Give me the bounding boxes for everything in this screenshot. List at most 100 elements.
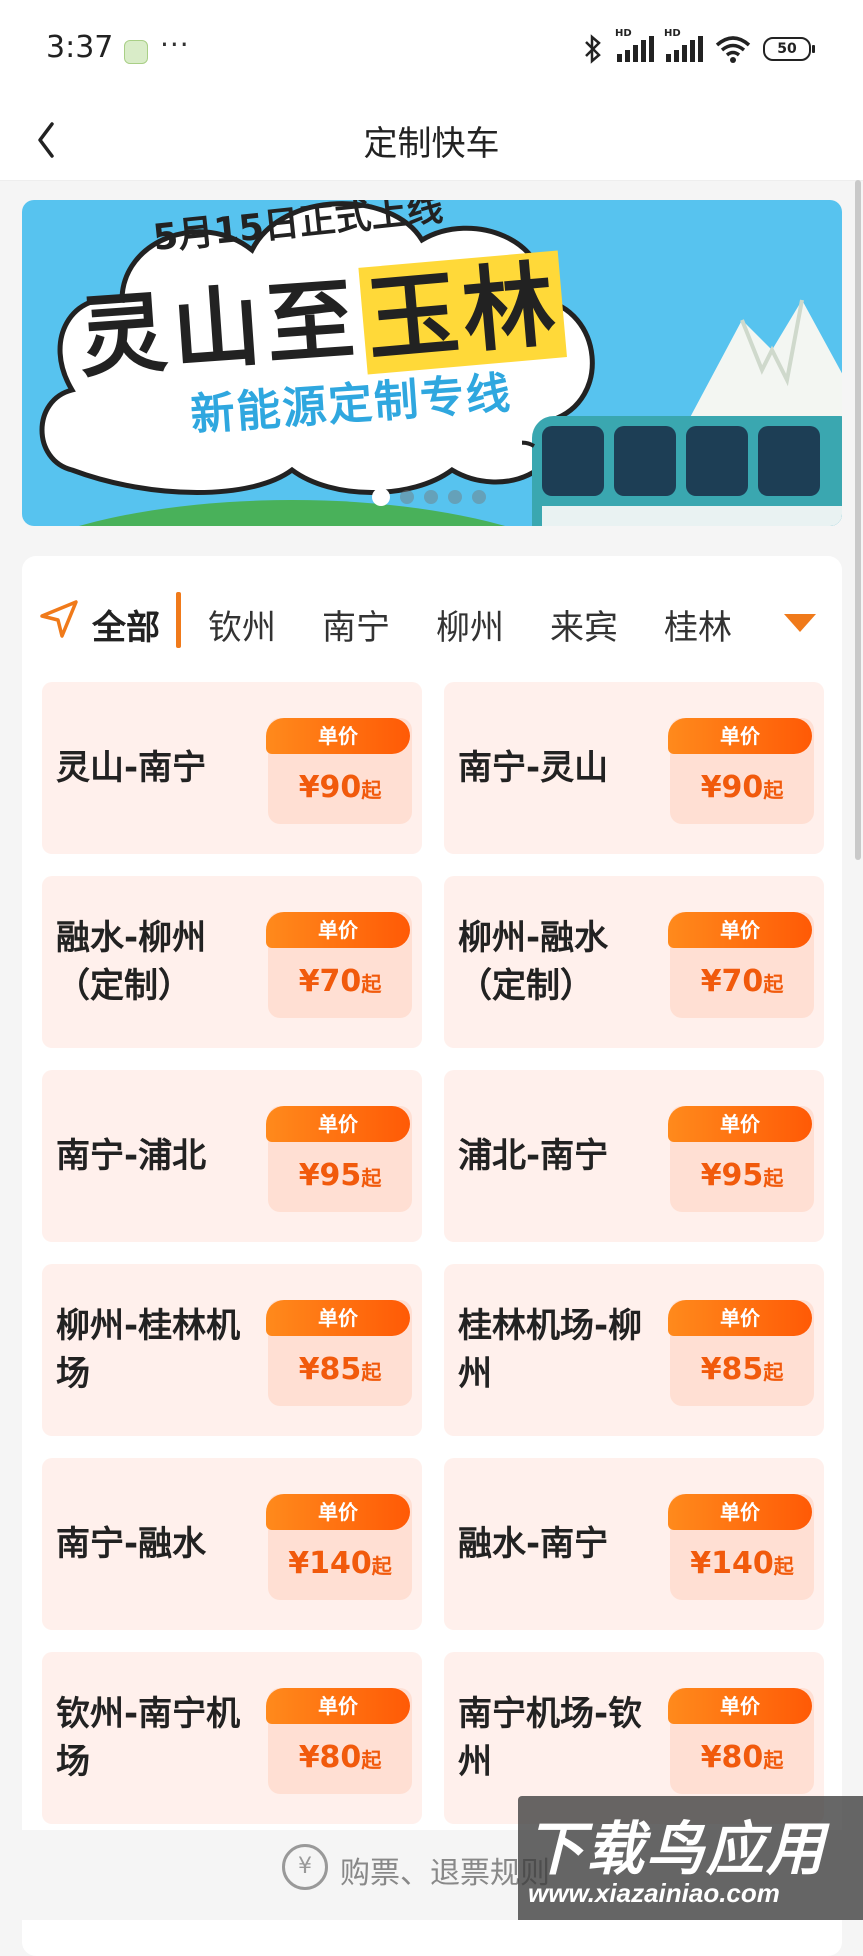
price-suffix: 起 [773, 1554, 794, 1578]
price-box: 单价 ¥80起 [266, 1688, 412, 1794]
banner-title-highlight: 玉林 [358, 250, 567, 375]
route-item[interactable]: 桂林机场-柳州 单价 ¥85起 [444, 1264, 824, 1436]
watermark-logo: 下载鸟应用 www.xiazainiao.com [518, 1796, 863, 1920]
price-tag: 单价 [668, 1494, 812, 1530]
tab-liuzhou[interactable]: 柳州 [436, 600, 504, 649]
pagination-dot [424, 490, 438, 504]
tab-nanning[interactable]: 南宁 [322, 600, 390, 649]
price-tag: 单价 [668, 1688, 812, 1724]
route-name: 南宁机场-钦州 [458, 1694, 643, 1782]
tab-separator [176, 592, 181, 648]
price-amount: ¥95 [298, 1158, 362, 1193]
watermark-title: 下载鸟应用 [526, 1815, 827, 1883]
price-value: ¥140起 [670, 1546, 814, 1581]
banner-pagination [372, 488, 486, 506]
route-name: 钦州-南宁机场 [56, 1694, 241, 1782]
price-value: ¥85起 [670, 1352, 814, 1387]
route-item[interactable]: 南宁-浦北 单价 ¥95起 [42, 1070, 422, 1242]
pagination-dot [448, 490, 462, 504]
route-name: 灵山-南宁 [56, 748, 207, 788]
hd-label: HD [615, 28, 632, 39]
price-box: 单价 ¥85起 [668, 1300, 814, 1406]
routes-card: 全部 钦州 南宁 柳州 来宾 桂林 灵山-南宁 单价 ¥90起 南宁-灵山 单价 ¥90起… [22, 556, 842, 1956]
price-value: ¥90起 [268, 770, 412, 805]
page-title: 定制快车 [363, 124, 500, 164]
route-name: 柳州-桂林机场 [56, 1306, 241, 1394]
route-item[interactable]: 浦北-南宁 单价 ¥95起 [444, 1070, 824, 1242]
price-suffix: 起 [763, 1748, 784, 1772]
price-value: ¥80起 [670, 1740, 814, 1775]
price-amount: ¥140 [288, 1546, 372, 1581]
price-box: 单价 ¥85起 [266, 1300, 412, 1406]
price-tag: 单价 [668, 912, 812, 948]
route-item[interactable]: 柳州-融水（定制） 单价 ¥70起 [444, 876, 824, 1048]
price-tag: 单价 [668, 1106, 812, 1142]
route-item[interactable]: 融水-柳州（定制） 单价 ¥70起 [42, 876, 422, 1048]
price-tag: 单价 [266, 912, 410, 948]
price-box: 单价 ¥140起 [668, 1494, 814, 1600]
route-item[interactable]: 南宁-融水 单价 ¥140起 [42, 1458, 422, 1630]
tab-guilin[interactable]: 桂林 [664, 600, 732, 649]
battery-icon: 50 [763, 37, 815, 61]
bluetooth-icon [585, 34, 601, 64]
status-icons: HD HD 50 [581, 28, 815, 64]
route-item[interactable]: 钦州-南宁机场 单价 ¥80起 [42, 1652, 422, 1824]
route-name: 柳州-融水（定制） [458, 918, 609, 1006]
route-item[interactable]: 柳州-桂林机场 单价 ¥85起 [42, 1264, 422, 1436]
route-item[interactable]: 南宁-灵山 单价 ¥90起 [444, 682, 824, 854]
route-name: 浦北-南宁 [458, 1136, 609, 1176]
watermark-url: www.xiazainiao.com [528, 1878, 780, 1908]
route-item[interactable]: 融水-南宁 单价 ¥140起 [444, 1458, 824, 1630]
signal-1-icon: HD [615, 28, 654, 62]
price-amount: ¥140 [690, 1546, 774, 1581]
price-value: ¥70起 [268, 964, 412, 999]
price-amount: ¥80 [700, 1740, 764, 1775]
price-tag: 单价 [266, 1106, 410, 1142]
route-name: 融水-柳州（定制） [56, 918, 207, 1006]
battery-level: 50 [777, 41, 797, 57]
price-box: 单价 ¥95起 [266, 1106, 412, 1212]
price-amount: ¥90 [700, 770, 764, 805]
price-suffix: 起 [763, 1360, 784, 1384]
app-notification-icon [124, 40, 148, 64]
price-tag: 单价 [266, 1300, 410, 1336]
tab-qinzhou[interactable]: 钦州 [208, 600, 276, 649]
scrollbar[interactable] [855, 180, 861, 860]
price-tag: 单价 [266, 1688, 410, 1724]
price-suffix: 起 [361, 1748, 382, 1772]
price-box: 单价 ¥95起 [668, 1106, 814, 1212]
price-value: ¥95起 [268, 1158, 412, 1193]
price-tag: 单价 [668, 718, 812, 754]
price-value: ¥85起 [268, 1352, 412, 1387]
price-suffix: 起 [361, 1166, 382, 1190]
location-arrow-icon [40, 600, 78, 638]
price-amount: ¥85 [298, 1352, 362, 1387]
route-item[interactable]: 灵山-南宁 单价 ¥90起 [42, 682, 422, 854]
tab-all[interactable]: 全部 [92, 600, 160, 649]
price-value: ¥90起 [670, 770, 814, 805]
price-suffix: 起 [361, 972, 382, 996]
pagination-dot [400, 490, 414, 504]
hd-label: HD [664, 28, 681, 39]
price-box: 单价 ¥70起 [668, 912, 814, 1018]
yen-circle-icon: ¥ [282, 1844, 328, 1890]
price-tag: 单价 [668, 1300, 812, 1336]
pagination-dot [472, 490, 486, 504]
price-amount: ¥80 [298, 1740, 362, 1775]
price-amount: ¥85 [700, 1352, 764, 1387]
price-tag: 单价 [266, 718, 410, 754]
price-box: 单价 ¥70起 [266, 912, 412, 1018]
promo-banner[interactable]: 5月15日正式上线 灵山至 玉林 新能源定制专线 [22, 200, 842, 526]
chevron-down-icon[interactable] [782, 612, 818, 634]
price-box: 单价 ¥90起 [668, 718, 814, 824]
route-name: 桂林机场-柳州 [458, 1306, 643, 1394]
bus-illustration [522, 416, 842, 526]
price-box: 单价 ¥80起 [668, 1688, 814, 1794]
nav-bar: 定制快车 [0, 100, 863, 181]
route-name: 南宁-融水 [56, 1524, 207, 1564]
price-value: ¥95起 [670, 1158, 814, 1193]
status-bar: 3:37 ··· HD HD 50 [0, 0, 863, 100]
price-tag: 单价 [266, 1494, 410, 1530]
more-notifications-icon: ··· [160, 28, 190, 61]
tab-laibin[interactable]: 来宾 [550, 600, 618, 649]
